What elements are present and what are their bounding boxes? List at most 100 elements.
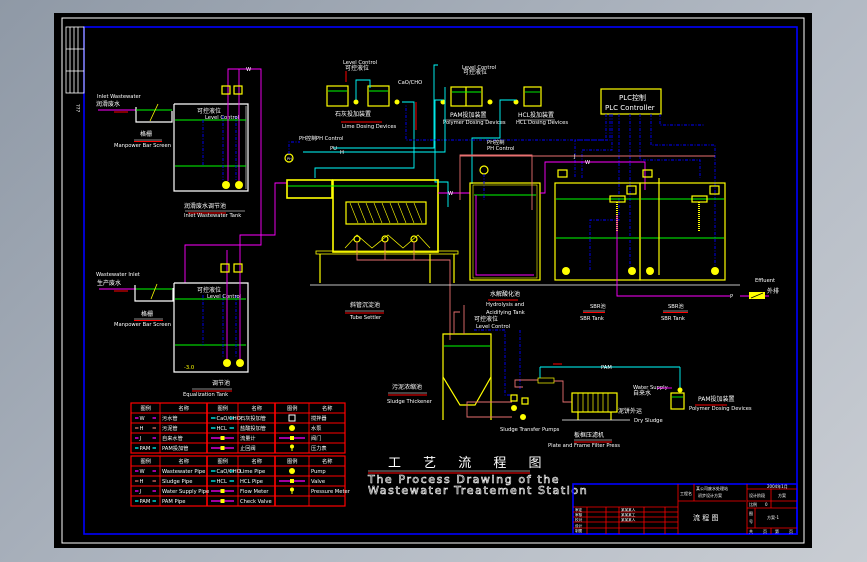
stage-value: 方案	[778, 492, 786, 498]
legend-table-cn: 图例 名称 图例 名称 图例 名称 W 污水管 CaO/CHO 石灰投加管 搅拌器 H 污泥管 HCL 盐酸…	[130, 402, 346, 454]
legend-line-tag: HCL	[217, 479, 228, 485]
valve-icon	[221, 85, 231, 95]
dosing-cn-label: HCL投加装置	[518, 111, 554, 119]
sbr-tank-1[interactable]: SBR池 SBR Tank	[554, 169, 641, 322]
role-label: 审核	[575, 512, 583, 517]
dosing-cn-label: PAM投加装置	[450, 111, 487, 119]
pump-icon	[562, 267, 570, 275]
scale-value: 0	[765, 502, 768, 507]
pump-icon	[223, 359, 231, 367]
bar-screen-cn-label: 格栅	[141, 310, 153, 318]
valve-icon	[626, 185, 637, 195]
tube-settler-cn-label: 斜管沉淀池	[350, 301, 380, 309]
valve-icon	[233, 85, 243, 95]
legend-item-name: 流量计	[240, 434, 256, 442]
legend-line-tag: HCL	[217, 426, 228, 432]
legend-header: 图例	[141, 457, 151, 465]
legend-item-name: Pump	[311, 469, 326, 475]
bar-screen-label: Manpower Bar Screen	[114, 322, 171, 328]
legend-item-name: 污水管	[162, 414, 178, 422]
level-control-cn: 可控液位	[345, 64, 369, 72]
filter-press[interactable]: PAM 泥饼外运 Dry Sludge 板框压滤机 Plate and Fram…	[537, 363, 752, 449]
legend-header: 名称	[322, 457, 332, 465]
tube-settler-label: Tube Settler	[349, 315, 382, 321]
legend-header: 图例	[141, 404, 151, 412]
project-name-1: 某公司废水处理站	[696, 485, 728, 491]
sbr-tank-2[interactable]: SBR池 SBR Tank	[639, 169, 726, 322]
legend-item-name: 阀门	[311, 434, 321, 442]
legend-header: 名称	[252, 404, 262, 412]
legend-line-tag: CaO/CHO	[217, 416, 241, 422]
signer: 某某某人	[621, 517, 636, 522]
hcl-dosing-devices[interactable]: HCL投加装置 HCL Dosing Devices	[471, 86, 568, 184]
signer: 某某某工	[621, 512, 636, 517]
pipe-tag: PU	[330, 146, 337, 152]
legend-item-name: Pressure Meter	[311, 489, 351, 495]
filter-press-label: Plate and Frame Filter Press	[548, 443, 620, 449]
wastewater-inlet-cn-label: 生产废水	[97, 279, 121, 287]
drawing-title-cn: 工 艺 流 程 图	[388, 456, 551, 471]
meter-body-icon	[220, 436, 225, 440]
wastewater-inlet-label: Wastewater Inlet	[96, 272, 140, 278]
filter-press-cn-label: 板框压滤机	[574, 431, 604, 439]
role-label: 设计	[575, 523, 583, 528]
sludge-pump-label: Sludge Transfer Pumps	[500, 427, 560, 433]
legend-line-tag: CaO/CHO	[217, 469, 241, 475]
legend-item-name: 自来水管	[162, 434, 183, 442]
legend-item-name: HCL Pipe	[240, 479, 263, 485]
level-control-label: Level Control	[205, 115, 239, 121]
legend-header: 名称	[179, 404, 189, 412]
inlet-wastewater-cn-label: 润滑废水	[96, 100, 120, 108]
legend-line-tag: W	[140, 469, 145, 475]
level-control-cn: 可控液位	[197, 107, 221, 115]
level-control-label: Level Control	[476, 324, 510, 330]
legend-line-tag: PAM	[140, 499, 151, 505]
legend-item-name: Flow Meter	[240, 489, 269, 495]
pump-icon	[520, 414, 526, 420]
ph-control-label: PH Control	[316, 136, 343, 142]
sheet-number: 方案-1	[767, 514, 779, 520]
legend-item-name: 石灰投加管	[240, 414, 266, 422]
legend-item-name: Wastewater Pipe	[162, 469, 205, 475]
meter-body-icon	[220, 499, 225, 503]
pump-icon	[235, 181, 243, 189]
pipe-tag: PAM	[601, 365, 612, 371]
process-drawing: ??? Inlet Wastewater 润滑废水 格栅 Manpower Ba…	[61, 17, 805, 544]
legend-header: 图例	[218, 404, 228, 412]
dry-sludge-label: Dry Sludge	[634, 418, 663, 424]
role-label: 制图	[575, 528, 583, 533]
legend-item-name: 搅拌器	[311, 414, 327, 422]
legend-header: 图例	[218, 457, 228, 465]
pipe-tag: J	[573, 154, 576, 160]
tube-settler[interactable]: 斜管沉淀池 Tube Settler	[286, 179, 459, 340]
legend-item-name: PAM Pipe	[162, 499, 185, 505]
thickener-label: Sludge Thickener	[387, 399, 433, 405]
inlet-wastewater-tank[interactable]: Inlet Wastewater 润滑废水 格栅 Manpower Bar Sc…	[96, 67, 262, 283]
pam-label: Polymer Dosing Devices	[689, 406, 752, 412]
elevation-mark: -3.0	[184, 365, 194, 371]
role-label: 审定	[575, 507, 583, 512]
dosing-cn-label: 石灰投加装置	[335, 110, 371, 118]
lime-dosing-devices[interactable]: Level Control 可控液位 CaO/CHO 石灰投加装置 Lime D…	[314, 60, 422, 178]
tank-cn-label: 润滑废水调节池	[184, 202, 226, 210]
legend-header: 图例	[287, 404, 297, 412]
level-control-cn: 可控液位	[463, 68, 487, 76]
pressure-gauge-icon	[290, 487, 294, 492]
pipe-tag: W	[448, 191, 453, 197]
bar-screen-label: Manpower Bar Screen	[114, 143, 171, 149]
bar-screen-cn-label: 格栅	[140, 130, 152, 138]
effluent-outlet[interactable]: Effluent 外排	[740, 278, 779, 299]
sludge-thickener[interactable]: 可控液位 Level Control 污泥浓缩池 Sludge Thickene…	[387, 305, 560, 433]
legend-item-name: Sludge Pipe	[162, 479, 192, 485]
ph-meter-tag: PH	[287, 157, 292, 161]
drawing-canvas[interactable]: ??? Inlet Wastewater 润滑废水 格栅 Manpower Ba…	[54, 13, 812, 548]
legend-item-name: Check Valve	[240, 499, 272, 505]
role-label: 校对	[575, 517, 583, 522]
meter-body-icon	[290, 436, 294, 440]
pump-icon	[236, 359, 244, 367]
legend-item-name: Water Supply Pipe	[162, 489, 209, 495]
legend-item-name: 止回阀	[240, 444, 256, 452]
pump-icon	[222, 181, 230, 189]
date: 2004年1月	[767, 483, 788, 489]
level-control-cn: 可控液位	[197, 286, 221, 294]
